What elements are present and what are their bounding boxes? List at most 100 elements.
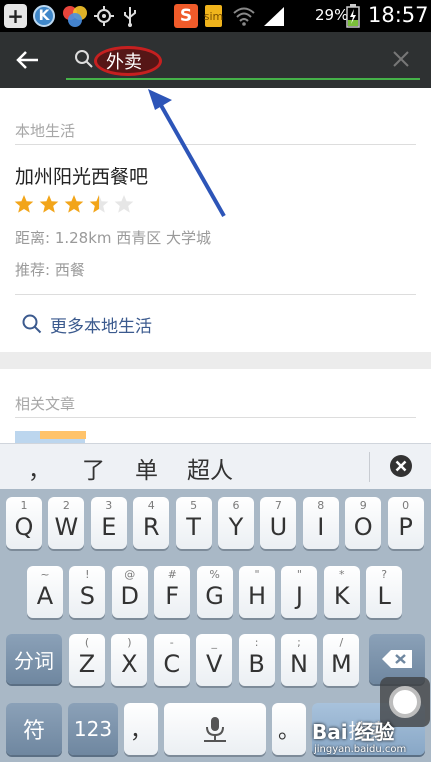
key-p[interactable]: 0P — [387, 497, 424, 549]
key-w[interactable]: 2W — [48, 497, 85, 549]
key-label: T — [186, 513, 201, 541]
key-f[interactable]: # F — [154, 566, 191, 618]
assistive-touch-icon — [389, 686, 421, 718]
key-x[interactable]: ) X — [111, 634, 148, 686]
key-o[interactable]: 9O — [345, 497, 382, 549]
place-recommend: 推荐: 西餐 — [15, 261, 85, 279]
key-secondary-label: _ — [211, 636, 217, 649]
key-c[interactable]: -C — [153, 634, 190, 686]
space-key[interactable] — [164, 703, 266, 755]
key-secondary-label: 0 — [402, 499, 410, 512]
key-a[interactable]: ~ A — [27, 566, 63, 618]
divider — [15, 294, 416, 295]
key-label: U — [269, 513, 288, 541]
key-label: Z — [78, 650, 96, 678]
key-g[interactable]: % G — [196, 566, 233, 618]
key-secondary-label: 4 — [147, 499, 155, 512]
key-label: H — [247, 582, 267, 610]
key-secondary-label: " — [254, 568, 260, 581]
back-button[interactable] — [14, 46, 42, 74]
key-secondary-label: # — [167, 568, 177, 581]
search-field[interactable]: 外卖 — [66, 40, 420, 80]
fenci-key[interactable]: 分词 — [6, 634, 62, 684]
clear-search-button[interactable] — [390, 48, 412, 70]
close-icon — [393, 51, 409, 67]
key-label: I — [317, 513, 325, 541]
key-secondary-label: 5 — [190, 499, 198, 512]
candidate-le[interactable]: 了 — [82, 451, 105, 485]
candidate-chaoren[interactable]: 超人 — [187, 451, 233, 485]
key-secondary-label: ? — [381, 568, 388, 581]
gps-icon — [92, 4, 116, 28]
close-circle-icon — [390, 455, 412, 477]
key-q[interactable]: 1Q — [6, 497, 42, 549]
circles-app-icon — [61, 4, 89, 28]
key-t[interactable]: 5T — [175, 497, 212, 549]
candidate-comma[interactable]: ， — [28, 451, 51, 485]
key-secondary-label: / — [339, 636, 344, 649]
key-secondary-label: 9 — [359, 499, 367, 512]
key-n[interactable]: ; N — [281, 634, 317, 686]
key-label: P — [398, 513, 413, 541]
key-d[interactable]: @ D — [111, 566, 148, 618]
key-secondary-label: 1 — [20, 499, 28, 512]
article-thumbnail-strip — [40, 431, 86, 439]
key-label: O — [353, 513, 373, 541]
key-z[interactable]: (Z — [69, 634, 105, 686]
key-v[interactable]: _ V — [196, 634, 233, 686]
key-label: Q — [14, 513, 34, 541]
key-secondary-label: ! — [85, 568, 90, 581]
key-label: N — [290, 650, 308, 678]
search-input[interactable]: 外卖 — [106, 48, 142, 74]
key-e[interactable]: 3E — [90, 497, 127, 549]
star-icon — [39, 195, 59, 213]
k-app-icon: K — [33, 5, 55, 27]
divider — [15, 144, 416, 145]
key-u[interactable]: 7U — [260, 497, 297, 549]
candidate-bar: ， 了 单 超人 — [0, 443, 431, 489]
key-label: A — [36, 582, 54, 610]
key-secondary-label: ( — [84, 636, 90, 649]
key-label: X — [121, 650, 138, 678]
place-distance: 距离: 1.28km 西青区 大学城 — [15, 229, 212, 247]
divider — [15, 417, 416, 418]
key-label: B — [248, 650, 265, 678]
key-label: C — [163, 650, 181, 678]
key-l[interactable]: ? L — [366, 566, 403, 618]
search-header: 外卖 — [0, 32, 431, 88]
key-label: R — [142, 513, 160, 541]
key-r[interactable]: 4R — [133, 497, 170, 549]
key-secondary-label: % — [209, 568, 220, 581]
key-k[interactable]: * K — [323, 566, 360, 618]
key-secondary-label: ; — [297, 636, 301, 649]
star-icon — [14, 195, 34, 213]
key-m[interactable]: / M — [323, 634, 360, 686]
symbol-key[interactable]: 符 — [6, 703, 62, 755]
key-i[interactable]: 8I — [302, 497, 339, 549]
number-key[interactable]: 123 — [68, 703, 118, 755]
key-label: Y — [228, 513, 244, 541]
search-icon — [22, 314, 42, 334]
battery-percent: 29% — [315, 6, 349, 24]
key-secondary-label: ) — [127, 636, 132, 649]
plus-notification-icon: + — [4, 4, 27, 28]
key-s[interactable]: ! S — [69, 566, 106, 618]
collapse-candidates-button[interactable] — [389, 454, 413, 478]
key-label: E — [101, 513, 117, 541]
watermark-url: jingyan.baidu.com — [314, 744, 407, 755]
key-label: W — [54, 513, 79, 541]
key-j[interactable]: " J — [281, 566, 318, 618]
key-y[interactable]: 6Y — [218, 497, 254, 549]
search-results: 本地生活 加州阳光西餐吧 距离: 1.28km 西青区 大学城 推荐: 西餐 更… — [0, 88, 431, 443]
star-icon — [114, 195, 134, 213]
more-local-life-link[interactable]: 更多本地生活 — [22, 312, 152, 337]
key-b[interactable]: :B — [238, 634, 275, 686]
comma-key[interactable]: ， — [124, 703, 158, 755]
key-label: L — [377, 582, 391, 610]
period-key[interactable]: 。 — [272, 703, 306, 755]
watermark: Bai 经验 jingyan.baidu.com — [312, 716, 430, 760]
candidate-dan[interactable]: 单 — [135, 451, 158, 485]
key-secondary-label: " — [296, 568, 302, 581]
key-h[interactable]: " H — [239, 566, 275, 618]
key-label: V — [205, 650, 223, 678]
